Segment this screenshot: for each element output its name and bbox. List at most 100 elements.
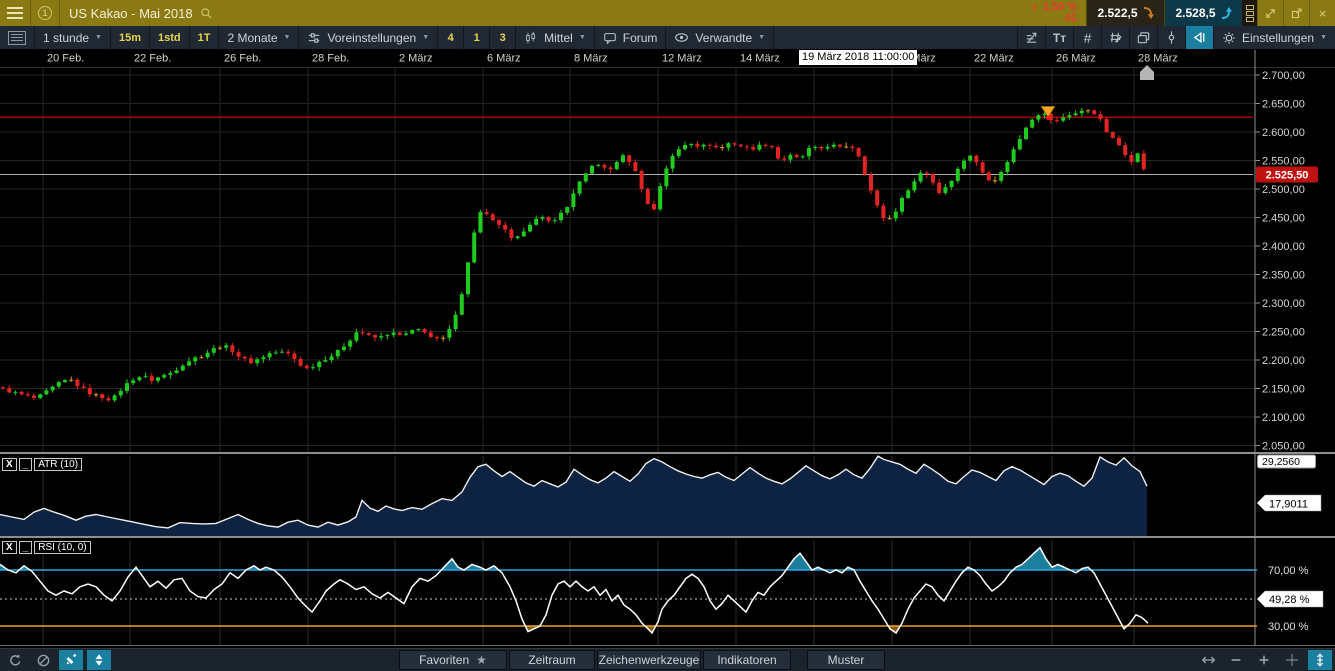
quick-timeframe-15m[interactable]: 15m xyxy=(111,26,150,49)
layout-button-1[interactable]: 1 xyxy=(464,26,490,49)
menu-button[interactable] xyxy=(0,0,31,26)
svg-text:26 Feb.: 26 Feb. xyxy=(224,53,261,65)
svg-text:2.050,00: 2.050,00 xyxy=(1262,441,1305,453)
rsi-close-button[interactable]: X xyxy=(2,541,17,554)
quick-timeframe-1t[interactable]: 1T xyxy=(190,26,220,49)
maximize-button[interactable] xyxy=(1257,0,1283,26)
related-dropdown[interactable]: Verwandte ▼ xyxy=(666,26,774,49)
chart-list-button[interactable] xyxy=(0,26,35,49)
svg-text:22 März: 22 März xyxy=(974,53,1014,65)
patterns-button[interactable]: Muster xyxy=(807,650,885,670)
close-window-button[interactable]: × xyxy=(1309,0,1335,26)
svg-text:2.450,00: 2.450,00 xyxy=(1262,213,1305,225)
price-down-arrow-icon xyxy=(1143,7,1154,19)
chevron-down-icon: ▼ xyxy=(284,34,291,41)
ask-price-button[interactable]: 2.528,5 xyxy=(1164,0,1242,26)
popout-window-button[interactable] xyxy=(1283,0,1309,26)
text-icon: Tᴛ xyxy=(1053,31,1066,45)
chevron-down-icon: ▼ xyxy=(422,34,429,41)
rsi-label[interactable]: RSI (10, 0) xyxy=(34,541,90,554)
layout-button-3[interactable]: 3 xyxy=(490,26,516,49)
svg-text:2.400,00: 2.400,00 xyxy=(1262,241,1305,253)
gridlines xyxy=(0,68,1335,646)
favorites-button[interactable]: Favoriten ★ xyxy=(399,650,507,670)
indicators-button[interactable]: Indikatoren xyxy=(703,650,791,670)
grid-button[interactable]: # xyxy=(1073,26,1101,49)
svg-text:70,00 %: 70,00 % xyxy=(1268,565,1309,577)
zoom-out-button[interactable] xyxy=(1224,650,1248,670)
range-value: 2 Monate xyxy=(227,31,277,45)
svg-text:14 März: 14 März xyxy=(740,53,780,65)
star-icon: ★ xyxy=(476,653,487,667)
zoom-in-button[interactable] xyxy=(1252,650,1276,670)
svg-text:2.150,00: 2.150,00 xyxy=(1262,384,1305,396)
chevron-down-icon: ▼ xyxy=(1320,34,1327,41)
workspace-number-icon: 1 xyxy=(38,6,52,20)
erase-disabled-button[interactable] xyxy=(31,650,55,670)
svg-text:28 März: 28 März xyxy=(1138,53,1178,65)
search-icon[interactable] xyxy=(200,7,213,20)
price-axis[interactable]: 2.700,002.650,002.600,002.550,002.500,00… xyxy=(1255,50,1305,646)
vertical-zoom-button[interactable] xyxy=(1308,650,1332,670)
rsi-minimize-button[interactable]: _ xyxy=(19,541,33,554)
bid-price-button[interactable]: 2.522,5 xyxy=(1086,0,1164,26)
instrument-title-area: US Kakao - Mai 2018 xyxy=(60,0,222,26)
panel-splitter[interactable] xyxy=(0,536,1335,538)
crosshair-date-tooltip: 19 März 2018 11:00:00 xyxy=(799,50,917,65)
grid-edit-button[interactable] xyxy=(1101,26,1129,49)
panel-splitter xyxy=(0,645,1335,646)
chart-markers[interactable] xyxy=(1041,65,1154,120)
layers-button[interactable] xyxy=(1129,26,1157,49)
horizontal-zoom-button[interactable] xyxy=(1196,650,1220,670)
panel-splitter[interactable] xyxy=(0,452,1335,454)
svg-text:6 März: 6 März xyxy=(487,53,521,65)
draw-mode-button[interactable] xyxy=(59,650,83,670)
svg-text:2.250,00: 2.250,00 xyxy=(1262,327,1305,339)
chart-style-dropdown[interactable]: Mittel ▼ xyxy=(516,26,595,49)
refresh-button[interactable] xyxy=(3,650,27,670)
page-title: US Kakao - Mai 2018 xyxy=(69,6,193,21)
drawing-tools-button[interactable]: Zeichenwerkzeuge xyxy=(597,650,701,670)
quick-timeframe-1std[interactable]: 1std xyxy=(150,26,190,49)
text-tool-button[interactable]: Tᴛ xyxy=(1045,26,1073,49)
cursor-tool-button[interactable] xyxy=(1185,26,1213,49)
atr-minimize-button[interactable]: _ xyxy=(19,458,33,471)
titlebar-spacer xyxy=(222,0,1022,26)
svg-text:2.550,00: 2.550,00 xyxy=(1262,156,1305,168)
window-layout-icon[interactable] xyxy=(1242,0,1257,26)
favorites-label: Favoriten xyxy=(419,653,469,667)
chevron-down-icon: ▼ xyxy=(579,34,586,41)
svg-text:28 Feb.: 28 Feb. xyxy=(312,53,349,65)
rsi-panel[interactable]: 70,00 %30,00 %49,28 % xyxy=(0,548,1323,633)
settings-label: Einstellungen xyxy=(1242,31,1314,45)
layout-button-4[interactable]: 4 xyxy=(438,26,464,49)
crosshair-button[interactable] xyxy=(1280,650,1304,670)
alert-dot-icon xyxy=(1046,115,1051,120)
svg-text:22 Feb.: 22 Feb. xyxy=(134,53,171,65)
svg-text:17,9011: 17,9011 xyxy=(1269,499,1308,511)
atr-panel[interactable]: 29,256017,9011 xyxy=(0,455,1321,536)
candles[interactable] xyxy=(1,108,1146,402)
chart-canvas[interactable]: 2.700,002.650,002.600,002.550,002.500,00… xyxy=(0,0,1335,671)
svg-text:2 März: 2 März xyxy=(399,53,433,65)
change-secondary: 41 xyxy=(1065,13,1077,24)
atr-close-button[interactable]: X xyxy=(2,458,17,471)
snap-point-button[interactable] xyxy=(1157,26,1185,49)
bid-price: 2.522,5 xyxy=(1097,6,1137,20)
price-scale-button[interactable] xyxy=(1017,26,1045,49)
change-down-icon: ▼ xyxy=(1031,2,1039,13)
workspace-button[interactable]: 1 xyxy=(31,0,60,26)
date-axis[interactable]: 20 Feb.22 Feb.26 Feb.28 Feb.2 März6 März… xyxy=(47,53,1178,65)
settings-dropdown[interactable]: Einstellungen ▼ xyxy=(1213,26,1335,49)
forum-button[interactable]: Forum xyxy=(595,26,667,49)
presets-dropdown[interactable]: Voreinstellungen ▼ xyxy=(299,26,438,49)
atr-label[interactable]: ATR (10) xyxy=(34,458,82,471)
ask-price: 2.528,5 xyxy=(1175,6,1215,20)
range-dropdown[interactable]: 2 Monate ▼ xyxy=(219,26,299,49)
timeframe-dropdown[interactable]: 1 stunde ▼ xyxy=(35,26,111,49)
svg-text:30,00 %: 30,00 % xyxy=(1268,621,1309,633)
sort-updown-button[interactable] xyxy=(87,650,111,670)
atr-panel-header: X _ ATR (10) xyxy=(2,458,82,471)
svg-text:2.100,00: 2.100,00 xyxy=(1262,412,1305,424)
period-button[interactable]: Zeitraum xyxy=(509,650,595,670)
